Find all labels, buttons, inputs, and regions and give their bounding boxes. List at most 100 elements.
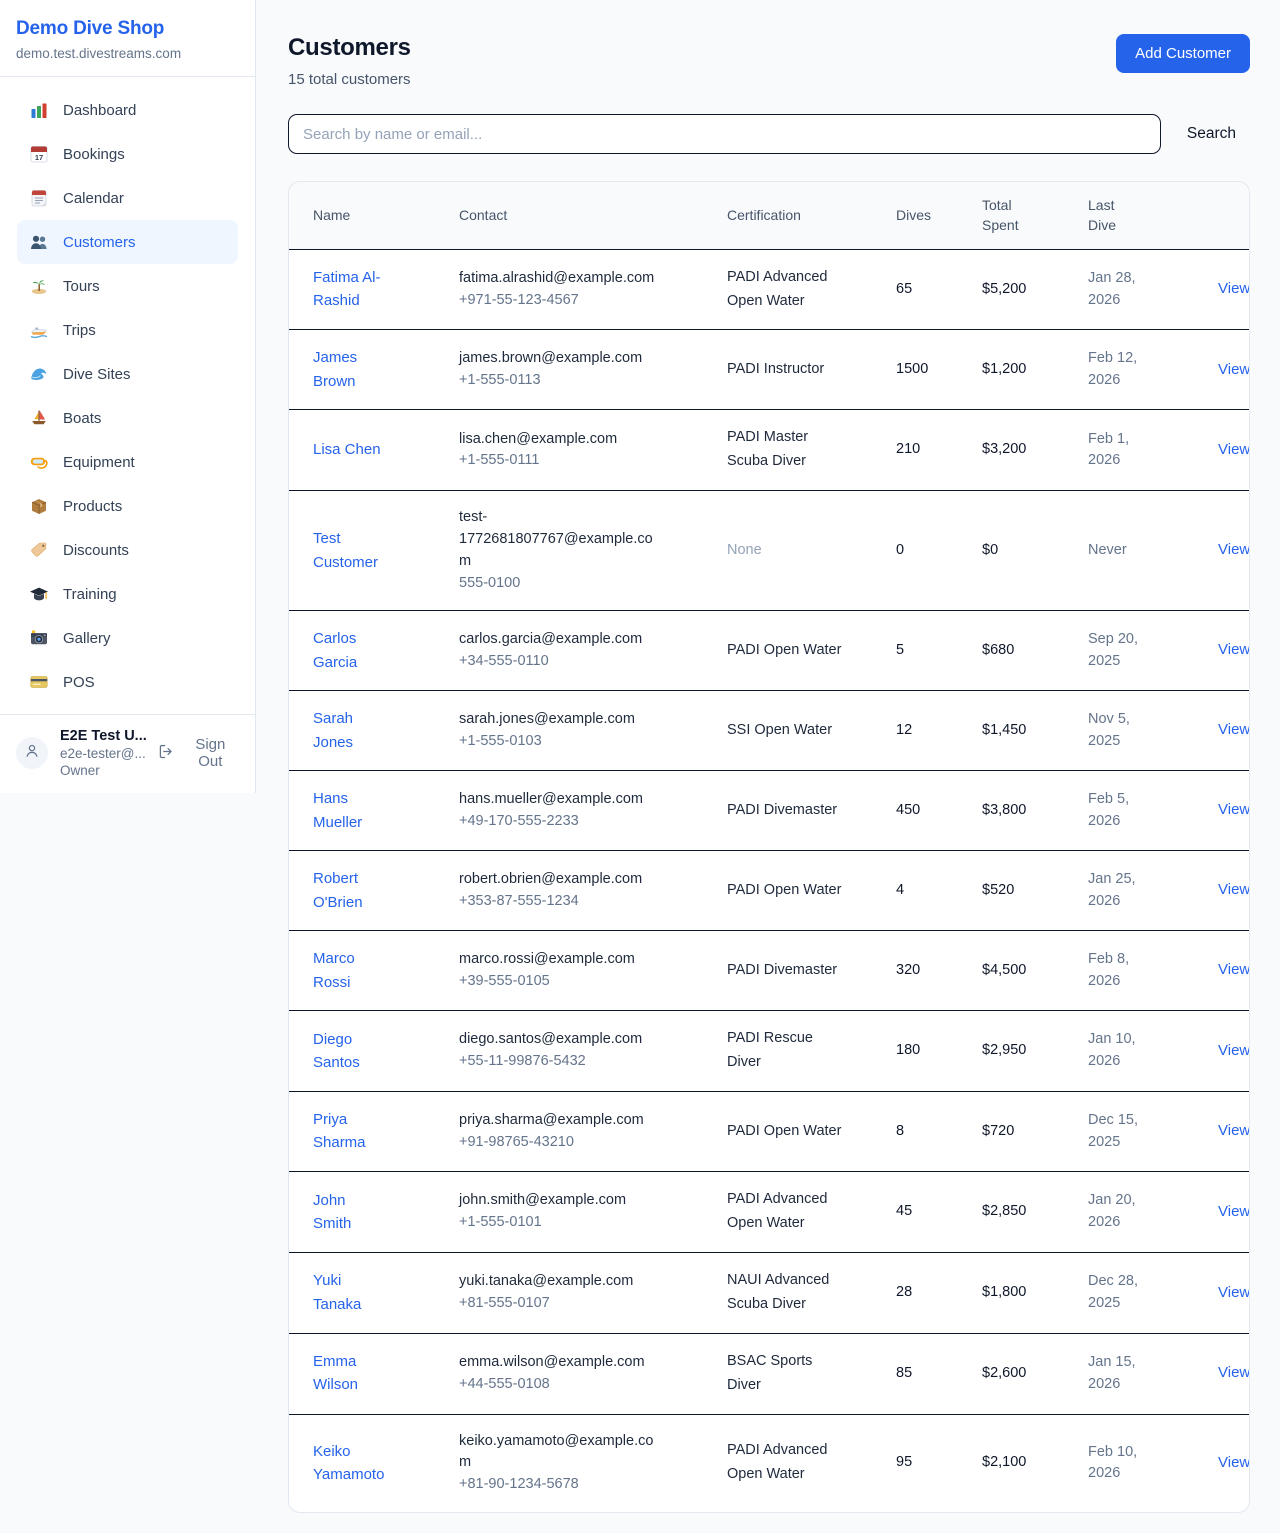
sidebar-item-equipment[interactable]: Equipment: [17, 440, 238, 484]
table-row: Keiko Yamamoto keiko.yamamoto@example.com…: [289, 1414, 1250, 1512]
view-link[interactable]: View: [1218, 1454, 1250, 1471]
customer-name-link[interactable]: Robert O'Brien: [313, 867, 387, 914]
customer-name-link[interactable]: James Brown: [313, 346, 387, 393]
customer-name-link[interactable]: Hans Mueller: [313, 787, 387, 834]
sidebar-item-calendar[interactable]: Calendar: [17, 176, 238, 220]
view-link[interactable]: View: [1218, 1284, 1250, 1301]
sidebar-item-discounts[interactable]: Discounts: [17, 528, 238, 572]
last-dive: Feb 8, 2026: [1088, 949, 1152, 993]
sidebar-item-label: Equipment: [63, 454, 135, 471]
customer-name-link[interactable]: Marco Rossi: [313, 947, 387, 994]
actions-cell: View: [1194, 691, 1250, 771]
dives-count: 28: [896, 1284, 912, 1300]
sidebar-item-trips[interactable]: Trips: [17, 308, 238, 352]
customer-name-link[interactable]: Diego Santos: [313, 1028, 387, 1075]
sidebar-item-customers[interactable]: Customers: [17, 220, 238, 264]
actions-cell: View: [1194, 249, 1250, 330]
view-link[interactable]: View: [1218, 361, 1250, 378]
customer-name-link[interactable]: Keiko Yamamoto: [313, 1440, 387, 1487]
dives-count: 95: [896, 1454, 912, 1470]
sidebar-item-label: Gallery: [63, 630, 111, 647]
sign-out-button[interactable]: Sign Out: [157, 736, 239, 770]
certification-cell: PADI Instructor: [727, 330, 896, 410]
contact-cell: fatima.alrashid@example.com+971-55-123-4…: [459, 249, 727, 330]
sailboat-icon: [29, 408, 49, 428]
dives-count: 210: [896, 441, 920, 457]
customer-email: john.smith@example.com: [459, 1190, 659, 1212]
view-link[interactable]: View: [1218, 1122, 1250, 1139]
total-spent: $1,450: [982, 722, 1026, 738]
search-input[interactable]: [288, 114, 1161, 154]
total-spent-cell: $4,500: [982, 931, 1088, 1011]
user-meta: E2E Test U... e2e-tester@... Owner: [60, 728, 157, 778]
customer-count: 15 total customers: [288, 71, 411, 88]
sidebar-item-pos[interactable]: POS: [17, 660, 238, 704]
customer-phone: 555-0100: [459, 573, 711, 595]
customer-name-link[interactable]: Test Customer: [313, 527, 387, 574]
name-cell: Emma Wilson: [289, 1333, 459, 1414]
view-link[interactable]: View: [1218, 1364, 1250, 1381]
customer-name-link[interactable]: Lisa Chen: [313, 438, 381, 461]
total-spent: $3,200: [982, 441, 1026, 457]
column-header-name: Name: [289, 182, 459, 249]
sidebar-item-gallery[interactable]: Gallery: [17, 616, 238, 660]
dives-count: 12: [896, 722, 912, 738]
last-dive: Sep 20, 2025: [1088, 629, 1152, 673]
customer-name-link[interactable]: Carlos Garcia: [313, 627, 387, 674]
tear-off-calendar-icon: [29, 188, 49, 208]
sidebar-item-boats[interactable]: Boats: [17, 396, 238, 440]
sidebar-item-label: Trips: [63, 322, 96, 339]
view-link[interactable]: View: [1218, 721, 1250, 738]
view-link[interactable]: View: [1218, 1203, 1250, 1220]
sidebar-item-tours[interactable]: Tours: [17, 264, 238, 308]
page-title: Customers: [288, 34, 411, 62]
view-link[interactable]: View: [1218, 801, 1250, 818]
customer-name-link[interactable]: Sarah Jones: [313, 707, 387, 754]
total-spent: $4,500: [982, 962, 1026, 978]
search-button[interactable]: Search: [1187, 125, 1250, 143]
customer-phone: +971-55-123-4567: [459, 290, 711, 312]
view-link[interactable]: View: [1218, 961, 1250, 978]
customer-email: robert.obrien@example.com: [459, 869, 659, 891]
actions-cell: View: [1194, 330, 1250, 410]
last-dive-cell: Feb 1, 2026: [1088, 410, 1194, 491]
certification: PADI Open Water: [727, 1120, 841, 1144]
name-cell: Test Customer: [289, 491, 459, 611]
sidebar-item-bookings[interactable]: 17Bookings: [17, 132, 238, 176]
dives-count: 0: [896, 542, 904, 558]
sidebar-item-dive-sites[interactable]: Dive Sites: [17, 352, 238, 396]
calendar-date-icon: 17: [29, 144, 49, 164]
total-spent-cell: $3,200: [982, 410, 1088, 491]
dives-count: 450: [896, 802, 920, 818]
total-spent-cell: $2,850: [982, 1172, 1088, 1253]
view-link[interactable]: View: [1218, 881, 1250, 898]
contact-cell: keiko.yamamoto@example.com+81-90-1234-56…: [459, 1414, 727, 1512]
credit-card-icon: [29, 672, 49, 692]
view-link[interactable]: View: [1218, 641, 1250, 658]
last-dive: Never: [1088, 540, 1127, 562]
dives-count: 1500: [896, 361, 928, 377]
table-row: Diego Santosdiego.santos@example.com+55-…: [289, 1011, 1250, 1092]
name-cell: Sarah Jones: [289, 691, 459, 771]
total-spent-cell: $1,200: [982, 330, 1088, 410]
view-link[interactable]: View: [1218, 541, 1250, 558]
view-link[interactable]: View: [1218, 441, 1250, 458]
sidebar-item-products[interactable]: Products: [17, 484, 238, 528]
customer-name-link[interactable]: Fatima Al-Rashid: [313, 266, 387, 313]
add-customer-button[interactable]: Add Customer: [1116, 34, 1250, 73]
contact-cell: carlos.garcia@example.com+34-555-0110: [459, 611, 727, 691]
package-icon: [29, 496, 49, 516]
certification-cell: PADI Open Water: [727, 611, 896, 691]
last-dive-cell: Feb 10, 2026: [1088, 1414, 1194, 1512]
view-link[interactable]: View: [1218, 1042, 1250, 1059]
name-cell: James Brown: [289, 330, 459, 410]
name-cell: Carlos Garcia: [289, 611, 459, 691]
customer-name-link[interactable]: John Smith: [313, 1189, 387, 1236]
customer-name-link[interactable]: Yuki Tanaka: [313, 1269, 387, 1316]
customer-name-link[interactable]: Priya Sharma: [313, 1108, 387, 1155]
sidebar-item-dashboard[interactable]: Dashboard: [17, 88, 238, 132]
view-link[interactable]: View: [1218, 280, 1250, 297]
sidebar-item-training[interactable]: Training: [17, 572, 238, 616]
customer-name-link[interactable]: Emma Wilson: [313, 1350, 387, 1397]
speedboat-icon: [29, 320, 49, 340]
